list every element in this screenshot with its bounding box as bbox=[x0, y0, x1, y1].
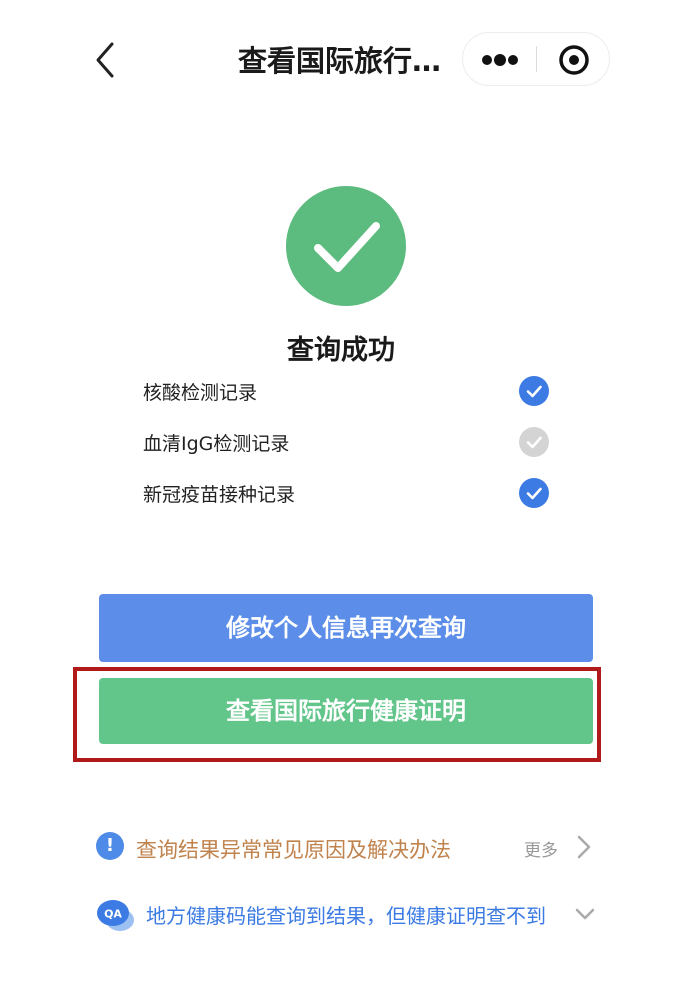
check-circle-icon bbox=[519, 478, 549, 508]
view-certificate-button[interactable]: 查看国际旅行健康证明 bbox=[99, 678, 593, 744]
faq-item-health-code[interactable]: QA 地方健康码能查询到结果，但健康证明查不到 bbox=[96, 892, 601, 936]
chevron-right-icon bbox=[577, 835, 591, 859]
record-label: 核酸检测记录 bbox=[143, 382, 258, 404]
record-row-igg: 血清IgG检测记录 bbox=[143, 421, 553, 472]
success-badge bbox=[286, 186, 406, 306]
qa-icon-text: QA bbox=[104, 908, 122, 921]
success-title: 查询成功 bbox=[287, 335, 395, 366]
faq-item-abnormal-result[interactable]: ! 查询结果异常常见原因及解决办法 更多 bbox=[96, 826, 601, 870]
ellipsis-icon bbox=[482, 54, 518, 66]
requery-button[interactable]: 修改个人信息再次查询 bbox=[99, 594, 593, 662]
chevron-left-icon bbox=[96, 42, 114, 78]
back-button[interactable] bbox=[88, 38, 128, 82]
close-button[interactable] bbox=[537, 33, 611, 85]
record-row-vaccine: 新冠疫苗接种记录 bbox=[143, 472, 553, 523]
chevron-down-icon bbox=[575, 908, 595, 920]
check-circle-icon bbox=[519, 376, 549, 406]
mini-program-capsule bbox=[462, 32, 610, 86]
more-link[interactable]: 更多 bbox=[524, 836, 558, 861]
nav-bar: 查看国际旅行… bbox=[0, 0, 682, 110]
more-button[interactable] bbox=[463, 33, 537, 85]
check-circle-disabled-icon bbox=[519, 427, 549, 457]
record-label: 血清IgG检测记录 bbox=[143, 433, 290, 455]
target-circle-icon bbox=[559, 45, 589, 75]
faq-text: 查询结果异常常见原因及解决办法 bbox=[136, 838, 451, 862]
page-title: 查看国际旅行… bbox=[238, 44, 442, 78]
record-label: 新冠疫苗接种记录 bbox=[143, 484, 296, 506]
record-row-nucleic-acid: 核酸检测记录 bbox=[143, 370, 553, 421]
qa-chat-icon: QA bbox=[97, 900, 134, 931]
info-icon: ! bbox=[96, 832, 124, 860]
checkmark-icon bbox=[314, 222, 380, 272]
record-list: 核酸检测记录 血清IgG检测记录 新冠疫苗接种记录 bbox=[143, 370, 553, 523]
faq-text: 地方健康码能查询到结果，但健康证明查不到 bbox=[146, 904, 546, 928]
